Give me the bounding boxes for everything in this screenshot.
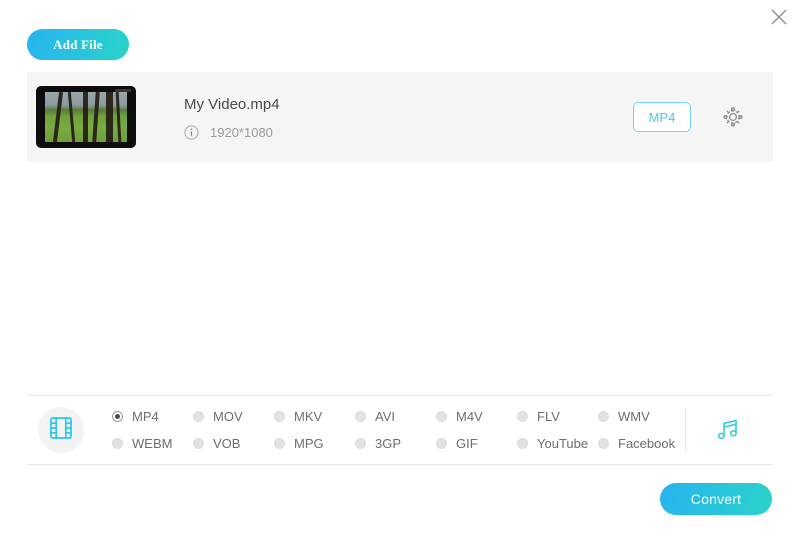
radio-mp4[interactable] (112, 411, 123, 422)
format-label: MKV (294, 409, 323, 424)
format-option-wmv[interactable]: WMV (598, 409, 679, 424)
video-thumbnail (36, 86, 136, 148)
format-option-avi[interactable]: AVI (355, 409, 436, 424)
video-formats-tab[interactable] (38, 407, 84, 453)
close-window-button[interactable] (764, 2, 794, 32)
radio-facebook[interactable] (598, 438, 609, 449)
music-note-icon (714, 416, 742, 444)
format-label: GIF (456, 436, 478, 451)
close-icon (769, 7, 789, 27)
radio-3gp[interactable] (355, 438, 366, 449)
format-option-facebook[interactable]: Facebook (598, 436, 679, 451)
format-option-vob[interactable]: VOB (193, 436, 274, 451)
format-label: MP4 (132, 409, 159, 424)
radio-mov[interactable] (193, 411, 204, 422)
radio-flv[interactable] (517, 411, 528, 422)
format-label: WMV (618, 409, 650, 424)
format-option-mkv[interactable]: MKV (274, 409, 355, 424)
panel-divider (685, 408, 686, 452)
film-strip-icon (48, 415, 74, 446)
radio-mpg[interactable] (274, 438, 285, 449)
format-label: M4V (456, 409, 483, 424)
format-label: Facebook (618, 436, 676, 451)
settings-button[interactable] (721, 105, 745, 129)
radio-wmv[interactable] (598, 411, 609, 422)
file-row-actions: MP4 (633, 102, 745, 132)
format-option-mpg[interactable]: MPG (274, 436, 355, 451)
file-resolution: 1920*1080 (210, 124, 273, 140)
radio-vob[interactable] (193, 438, 204, 449)
format-label: FLV (537, 409, 560, 424)
format-option-3gp[interactable]: 3GP (355, 436, 436, 451)
format-option-webm[interactable]: WEBM (112, 436, 193, 451)
add-file-button[interactable]: Add File (27, 29, 129, 60)
file-name: My Video.mp4 (184, 95, 280, 113)
file-info: My Video.mp4 1920*1080 (184, 95, 280, 140)
format-option-mov[interactable]: MOV (193, 409, 274, 424)
info-circle-icon[interactable] (184, 124, 199, 140)
add-file-area: Add File (27, 29, 129, 60)
audio-formats-tab[interactable] (714, 416, 742, 444)
convert-button[interactable]: Convert (660, 483, 772, 515)
format-label: WEBM (132, 436, 173, 451)
gear-icon (721, 105, 745, 129)
format-label: 3GP (375, 436, 402, 451)
format-option-m4v[interactable]: M4V (436, 409, 517, 424)
format-selection-panel: MP4 MOV MKV AVI M4V FLV WMV WEBM VOB MPG… (27, 395, 773, 465)
format-label: AVI (375, 409, 395, 424)
radio-m4v[interactable] (436, 411, 447, 422)
radio-webm[interactable] (112, 438, 123, 449)
format-label: VOB (213, 436, 241, 451)
format-option-flv[interactable]: FLV (517, 409, 598, 424)
radio-avi[interactable] (355, 411, 366, 422)
format-option-youtube[interactable]: YouTube (517, 436, 598, 451)
format-option-mp4[interactable]: MP4 (112, 409, 193, 424)
format-option-gif[interactable]: GIF (436, 436, 517, 451)
radio-gif[interactable] (436, 438, 447, 449)
radio-mkv[interactable] (274, 411, 285, 422)
file-list-item[interactable]: My Video.mp4 1920*1080 MP4 (27, 72, 773, 162)
format-label: YouTube (537, 436, 589, 451)
radio-youtube[interactable] (517, 438, 528, 449)
format-options-grid: MP4 MOV MKV AVI M4V FLV WMV WEBM VOB MPG… (112, 403, 679, 457)
format-label: MPG (294, 436, 324, 451)
output-format-badge[interactable]: MP4 (633, 102, 691, 132)
format-label: MOV (213, 409, 243, 424)
